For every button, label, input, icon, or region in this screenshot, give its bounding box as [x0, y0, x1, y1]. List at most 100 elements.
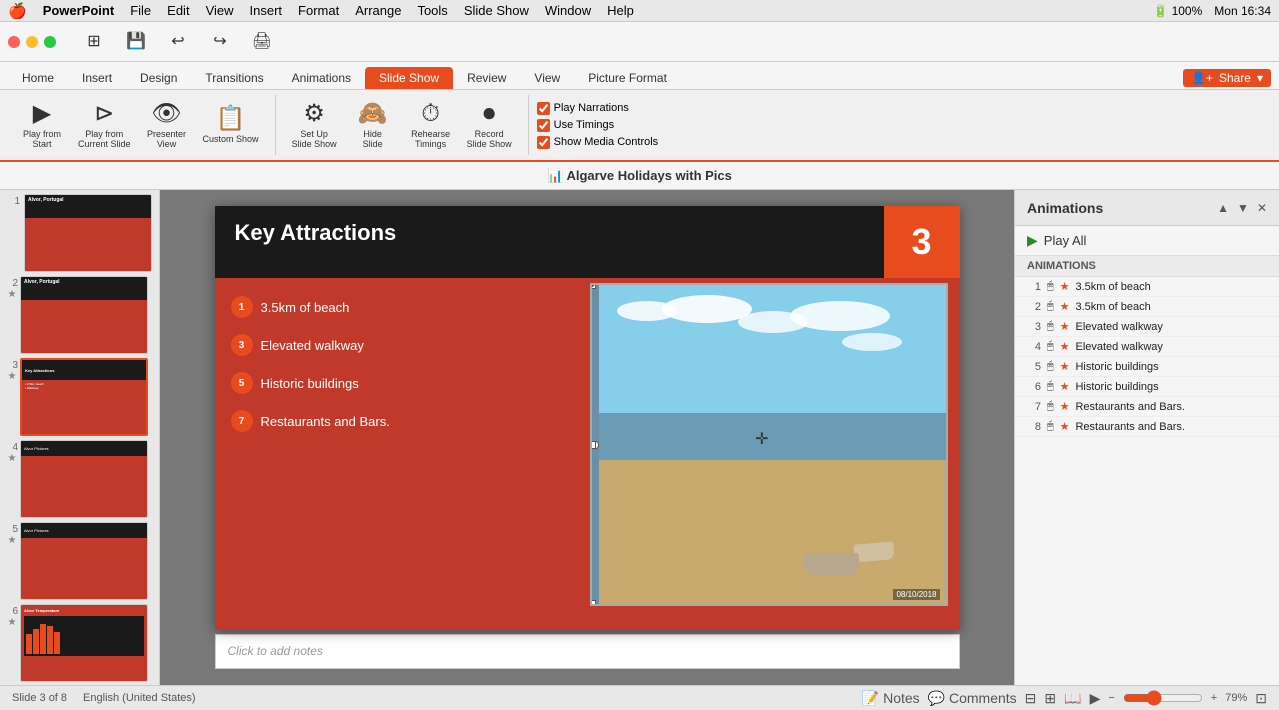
comments-icon: 💬	[928, 690, 945, 706]
minimize-button[interactable]	[26, 36, 38, 48]
menu-arrange[interactable]: Arrange	[355, 3, 401, 18]
use-timings-checkbox[interactable]: Use Timings	[537, 119, 659, 132]
tab-review[interactable]: Review	[453, 67, 520, 89]
anim-item-2[interactable]: 2 🖱 ★ 3.5km of beach	[1015, 297, 1279, 317]
tab-transitions[interactable]: Transitions	[191, 67, 277, 89]
normal-view-button-status[interactable]: ⊟	[1025, 690, 1037, 707]
slide-title[interactable]: Key Attractions	[235, 220, 397, 246]
slide-image-6[interactable]: Alvor Temperature	[20, 604, 148, 682]
slide-image-3[interactable]: Key Attractions • 3.5km beach • Walkway	[20, 358, 148, 436]
slide-canvas[interactable]: 3 Key Attractions 1 3.5km of beach 3 Ele…	[215, 206, 960, 630]
custom-show-button[interactable]: 📋 Custom Show	[199, 93, 263, 157]
undo-button[interactable]: ↩	[160, 24, 196, 60]
tab-home[interactable]: Home	[8, 67, 68, 89]
slide-image-4[interactable]: Alvor Pictures	[20, 440, 148, 518]
anim-item-5[interactable]: 5 🖱 ★ Historic buildings	[1015, 357, 1279, 377]
tab-view[interactable]: View	[520, 67, 574, 89]
file-icon: 📊	[547, 168, 563, 183]
anim-star-8: ★	[1060, 420, 1070, 433]
play-all-button[interactable]: ▶ Play All	[1015, 226, 1279, 256]
tab-slideshow[interactable]: Slide Show	[365, 67, 453, 89]
bullet-num-2: 3	[231, 334, 253, 356]
hide-slide-button[interactable]: 🙈 HideSlide	[347, 93, 399, 157]
slide-thumb-4[interactable]: 4 ★ Alvor Pictures	[4, 440, 155, 518]
slide-image-2[interactable]: Alvor, Portugal	[20, 276, 148, 354]
battery-icon: 🔋 100%	[1153, 4, 1202, 18]
close-button[interactable]	[8, 36, 20, 48]
tab-design[interactable]: Design	[126, 67, 191, 89]
menu-help[interactable]: Help	[607, 3, 634, 18]
slide-thumb-1[interactable]: 1 Alvor, Portugal	[4, 194, 155, 272]
handle-bottom-left[interactable]	[590, 600, 596, 606]
slide-info: Slide 3 of 8	[12, 692, 67, 704]
anim-mouse-8: 🖱	[1047, 420, 1054, 433]
anim-num-3: 3	[1023, 321, 1041, 333]
boat-1	[853, 541, 894, 562]
menu-view[interactable]: View	[206, 3, 234, 18]
slide-image-5[interactable]: Alvor Pictures	[20, 522, 148, 600]
maximize-button[interactable]	[44, 36, 56, 48]
menu-insert[interactable]: Insert	[250, 3, 283, 18]
menu-edit[interactable]: Edit	[167, 3, 189, 18]
nav-up-button[interactable]: ▲	[1217, 201, 1229, 215]
slide-image-selected[interactable]: 9	[590, 283, 948, 606]
play-from-start-button[interactable]: ▶ Play fromStart	[16, 93, 68, 157]
panel-close-button[interactable]: ✕	[1257, 201, 1267, 215]
show-media-controls-checkbox[interactable]: Show Media Controls	[537, 136, 659, 149]
fit-to-window-button[interactable]: ⊡	[1255, 690, 1267, 707]
menu-file[interactable]: File	[130, 3, 151, 18]
anim-item-6[interactable]: 6 🖱 ★ Historic buildings	[1015, 377, 1279, 397]
print-button[interactable]: 🖨	[244, 24, 280, 60]
menu-slideshow[interactable]: Slide Show	[464, 3, 529, 18]
notes-button[interactable]: 📝 Notes	[862, 690, 920, 707]
notes-placeholder[interactable]: Click to add notes	[228, 644, 323, 658]
play-start-label: Play fromStart	[23, 129, 61, 151]
play-from-current-button[interactable]: ⊳ Play fromCurrent Slide	[74, 93, 135, 157]
tab-picture-format[interactable]: Picture Format	[574, 67, 681, 89]
use-timings-label: Use Timings	[554, 119, 615, 131]
anim-label-8: Restaurants and Bars.	[1075, 421, 1271, 433]
app-name[interactable]: PowerPoint	[43, 3, 115, 18]
comments-button[interactable]: 💬 Comments	[928, 690, 1017, 707]
handle-middle-left[interactable]	[590, 441, 596, 449]
slide-thumb-3[interactable]: 3 ★ Key Attractions • 3.5km beach • Walk…	[4, 358, 155, 436]
slideshow-view-button[interactable]: ▶	[1090, 690, 1101, 707]
menu-window[interactable]: Window	[545, 3, 591, 18]
zoom-slider[interactable]	[1123, 690, 1203, 706]
slide-thumb-2[interactable]: 2 ★ Alvor, Portugal	[4, 276, 155, 354]
anim-label-3: Elevated walkway	[1075, 321, 1271, 333]
anim-item-4[interactable]: 4 🖱 ★ Elevated walkway	[1015, 337, 1279, 357]
share-button[interactable]: 👤+ Share ▾	[1183, 69, 1271, 87]
setup-slideshow-button[interactable]: ⚙ Set UpSlide Show	[288, 93, 341, 157]
zoom-in-icon[interactable]: +	[1211, 692, 1217, 704]
anim-item-1[interactable]: 1 🖱 ★ 3.5km of beach	[1015, 277, 1279, 297]
play-narrations-checkbox[interactable]: Play Narrations	[537, 102, 659, 115]
menu-format[interactable]: Format	[298, 3, 339, 18]
slide-thumb-6[interactable]: 6 ★ Alvor Temperature	[4, 604, 155, 682]
slide-bullets: 1 3.5km of beach 3 Elevated walkway 5 Hi…	[231, 296, 390, 448]
redo-button[interactable]: ↪	[202, 24, 238, 60]
tab-animations[interactable]: Animations	[278, 67, 365, 89]
tab-insert[interactable]: Insert	[68, 67, 126, 89]
bullet-num-3: 5	[231, 372, 253, 394]
anim-mouse-2: 🖱	[1047, 300, 1054, 313]
anim-item-7[interactable]: 7 🖱 ★ Restaurants and Bars.	[1015, 397, 1279, 417]
save-button[interactable]: 💾	[118, 24, 154, 60]
anim-mouse-1: 🖱	[1047, 280, 1054, 293]
anim-item-8[interactable]: 8 🖱 ★ Restaurants and Bars.	[1015, 417, 1279, 437]
anim-item-3[interactable]: 3 🖱 ★ Elevated walkway	[1015, 317, 1279, 337]
slide-image-1[interactable]: Alvor, Portugal	[24, 194, 152, 272]
apple-menu[interactable]: 🍎	[8, 2, 27, 20]
slide-thumb-5[interactable]: 5 ★ Alvor Pictures	[4, 522, 155, 600]
rehearse-timings-button[interactable]: ⏱ RehearseTimings	[405, 93, 457, 157]
record-label: RecordSlide Show	[467, 129, 512, 151]
record-slideshow-button[interactable]: ⏺ RecordSlide Show	[463, 93, 516, 157]
reading-view-button[interactable]: 📖	[1064, 690, 1081, 707]
menu-tools[interactable]: Tools	[417, 3, 447, 18]
presenter-view-button[interactable]: 👁 PresenterView	[141, 93, 193, 157]
nav-down-button[interactable]: ▼	[1237, 201, 1249, 215]
custom-show-icon: 📋	[216, 105, 246, 134]
normal-view-button[interactable]: ⊞	[76, 24, 112, 60]
slide-sorter-button[interactable]: ⊞	[1044, 690, 1056, 707]
zoom-out-icon[interactable]: −	[1108, 692, 1114, 704]
